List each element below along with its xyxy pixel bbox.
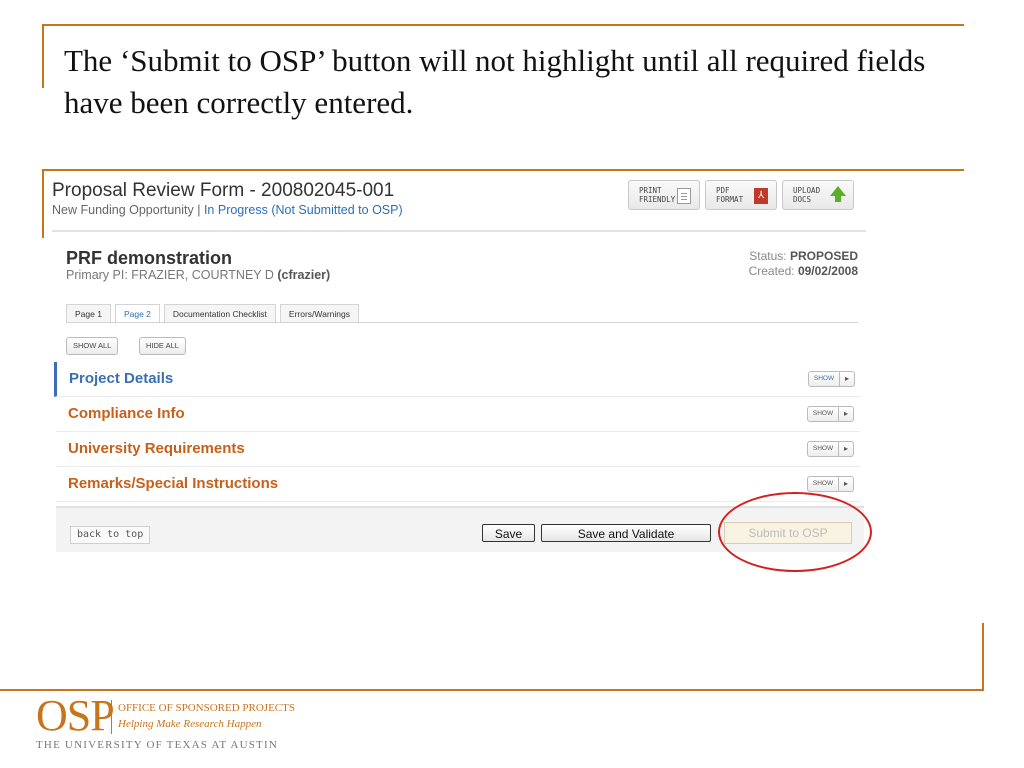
expand-arrow-icon: ▸ xyxy=(839,406,854,422)
form-title: Proposal Review Form - 200802045-001 xyxy=(52,180,395,201)
hide-all-button[interactable]: HIDE ALL xyxy=(139,337,186,355)
section-project-details[interactable]: Project Details SHOW ▸ xyxy=(54,362,861,397)
back-to-top-link[interactable]: back to top xyxy=(70,526,151,544)
top-divider xyxy=(42,24,964,26)
section-title: Remarks/Special Instructions xyxy=(68,475,279,492)
show-label: SHOW xyxy=(808,371,840,387)
status-value: PROPOSED xyxy=(789,249,858,263)
tab-documentation-checklist[interactable]: Documentation Checklist xyxy=(163,304,276,323)
section-show-toggle[interactable]: SHOW ▸ xyxy=(808,371,855,387)
logo-office-name: OFFICE OF SPONSORED PROJECTS xyxy=(118,702,295,714)
slide-instruction: The ‘Submit to OSP’ button will not high… xyxy=(64,43,926,120)
bottom-divider-vertical xyxy=(982,623,984,691)
header-divider xyxy=(52,230,866,232)
proposal-review-form: Proposal Review Form - 200802045-001 New… xyxy=(52,176,866,552)
section-title: University Requirements xyxy=(68,440,245,457)
show-label: SHOW xyxy=(807,406,839,422)
pdf-label-2: format xyxy=(716,195,744,204)
show-label: SHOW xyxy=(807,441,839,457)
created-date: 09/02/2008 xyxy=(797,264,858,278)
print-friendly-button[interactable]: PRINT friendly xyxy=(628,180,700,210)
form-subtitle: New Funding Opportunity | In Progress (N… xyxy=(52,203,403,217)
section-university-requirements[interactable]: University Requirements SHOW ▸ xyxy=(56,432,860,467)
section-title: Compliance Info xyxy=(68,405,185,422)
top-divider-vertical xyxy=(42,24,44,88)
upload-label-2: Docs xyxy=(793,195,812,204)
section-compliance-info[interactable]: Compliance Info SHOW ▸ xyxy=(56,397,860,432)
middle-divider xyxy=(42,169,964,171)
toolbar: PRINT friendly PDF format ⅄ UPLOAD Docs xyxy=(628,180,854,210)
proposal-status: Status: PROPOSED Created: 09/02/2008 xyxy=(749,249,858,279)
submission-status-link[interactable]: In Progress (Not Submitted to OSP) xyxy=(204,203,403,217)
proposal-title: PRF demonstration xyxy=(66,248,233,268)
logo-mark: OSP xyxy=(36,691,115,740)
document-icon xyxy=(677,188,691,204)
upload-arrow-icon xyxy=(830,186,846,202)
pi-name: Primary PI: FRAZIER, COURTNEY D xyxy=(66,268,274,282)
annotation-circle xyxy=(718,492,872,572)
pdf-label-1: PDF xyxy=(716,186,730,195)
logo-separator xyxy=(111,700,112,734)
funding-type: New Funding Opportunity | xyxy=(52,203,201,217)
primary-pi: Primary PI: FRAZIER, COURTNEY D (cfrazie… xyxy=(66,268,330,282)
tabs-underline xyxy=(66,322,858,323)
show-label: SHOW xyxy=(807,476,839,492)
upload-docs-button[interactable]: UPLOAD Docs xyxy=(782,180,854,210)
print-label-1: PRINT xyxy=(639,186,662,195)
tab-page-2[interactable]: Page 2 xyxy=(114,304,160,323)
bottom-divider xyxy=(0,689,984,691)
section-remarks[interactable]: Remarks/Special Instructions SHOW ▸ xyxy=(56,467,860,502)
created-label: Created: xyxy=(748,264,795,278)
section-show-toggle[interactable]: SHOW ▸ xyxy=(807,476,854,492)
show-all-button[interactable]: SHOW ALL xyxy=(66,337,119,355)
logo-tagline: Helping Make Research Happen xyxy=(118,718,262,730)
logo-university: THE UNIVERSITY OF TEXAS AT AUSTIN xyxy=(36,739,278,751)
section-title: Project Details xyxy=(69,370,174,387)
upload-label-1: UPLOAD xyxy=(793,186,821,195)
expand-arrow-icon: ▸ xyxy=(839,441,854,457)
section-show-toggle[interactable]: SHOW ▸ xyxy=(807,406,854,422)
expand-arrow-icon: ▸ xyxy=(839,476,854,492)
pdf-format-button[interactable]: PDF format ⅄ xyxy=(705,180,777,210)
form-tabs: Page 1 Page 2 Documentation Checklist Er… xyxy=(66,304,360,323)
pdf-icon: ⅄ xyxy=(754,188,768,204)
save-and-validate-button[interactable]: Save and Validate xyxy=(541,524,711,542)
expand-arrow-icon: ▸ xyxy=(840,371,855,387)
section-show-toggle[interactable]: SHOW ▸ xyxy=(807,441,854,457)
status-label: Status: xyxy=(749,249,787,263)
tab-page-1[interactable]: Page 1 xyxy=(66,304,111,323)
middle-divider-vertical xyxy=(42,169,44,238)
pi-id: (cfrazier) xyxy=(277,268,331,282)
tab-errors-warnings[interactable]: Errors/Warnings xyxy=(279,304,360,323)
print-label-2: friendly xyxy=(639,195,676,204)
save-button[interactable]: Save xyxy=(482,524,535,542)
